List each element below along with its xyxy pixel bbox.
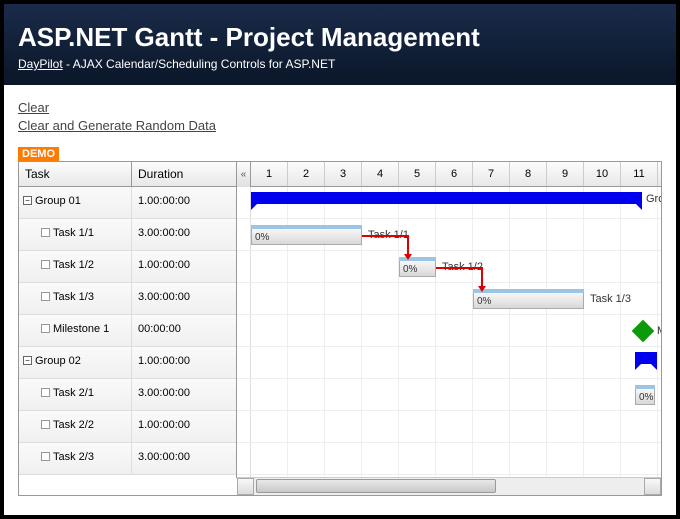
generate-link[interactable]: Clear and Generate Random Data	[18, 117, 216, 135]
task-name: Task 2/2	[53, 419, 94, 431]
leaf-icon	[41, 324, 50, 333]
column-header-task[interactable]: Task	[19, 162, 132, 186]
task-row[interactable]: Task 2/2 1.00:00:00	[19, 411, 236, 443]
timeline-day-11[interactable]: 11	[621, 162, 658, 186]
task-list-header: Task Duration	[19, 162, 236, 187]
task-name: Task 1/1	[53, 227, 94, 239]
timeline-day-4[interactable]: 4	[362, 162, 399, 186]
scroll-previous-button[interactable]: «	[237, 162, 251, 187]
page-title: ASP.NET Gantt - Project Management	[18, 22, 662, 53]
task-name: Task 2/1	[53, 387, 94, 399]
progress-label: 0%	[477, 296, 491, 307]
task-duration: 1.00:00:00	[132, 251, 236, 282]
subtitle-rest: - AJAX Calendar/Scheduling Controls for …	[63, 57, 336, 71]
leaf-icon	[41, 420, 50, 429]
group-bar[interactable]	[635, 352, 657, 364]
task-row[interactable]: Task 1/2 1.00:00:00	[19, 251, 236, 283]
task-name: Group 02	[35, 355, 81, 367]
task-row[interactable]: Milestone 1 00:00:00	[19, 315, 236, 347]
timeline-day-2[interactable]: 2	[288, 162, 325, 186]
progress-label: 0%	[403, 264, 417, 275]
task-duration: 3.00:00:00	[132, 443, 236, 474]
scroll-right-button[interactable]	[644, 478, 661, 495]
timeline-day-9[interactable]: 9	[547, 162, 584, 186]
timeline-day-6[interactable]: 6	[436, 162, 473, 186]
page-subtitle: DayPilot - AJAX Calendar/Scheduling Cont…	[18, 57, 662, 71]
progress-label: 0%	[639, 392, 653, 403]
timeline-day-8[interactable]: 8	[510, 162, 547, 186]
task-row[interactable]: Task 1/1 3.00:00:00	[19, 219, 236, 251]
timeline-day-1[interactable]: 1	[251, 162, 288, 186]
task-name: Task 1/3	[53, 291, 94, 303]
task-row[interactable]: Task 2/3 3.00:00:00	[19, 443, 236, 475]
task-duration: 3.00:00:00	[132, 219, 236, 250]
task-bar[interactable]: 0%	[635, 385, 655, 405]
timeline-day-3[interactable]: 3	[325, 162, 362, 186]
task-name: Task 2/3	[53, 451, 94, 463]
task-name: Task 1/2	[53, 259, 94, 271]
task-name: Group 01	[35, 195, 81, 207]
timeline-header: « 1234567891011	[237, 162, 661, 187]
group-bar[interactable]	[251, 192, 642, 204]
progress-label: 0%	[255, 232, 269, 243]
timeline-pane: « 1234567891011 Grou0%Task 1/10%Task 1/2…	[237, 162, 661, 478]
task-duration: 3.00:00:00	[132, 379, 236, 410]
leaf-icon	[41, 388, 50, 397]
column-header-duration[interactable]: Duration	[132, 162, 236, 186]
gantt-chart: Task Duration −Group 011.00:00:00Task 1/…	[18, 161, 662, 496]
leaf-icon	[41, 228, 50, 237]
task-row[interactable]: Task 1/3 3.00:00:00	[19, 283, 236, 315]
task-name: Milestone 1	[53, 323, 109, 335]
app-frame: ASP.NET Gantt - Project Management DayPi…	[0, 0, 680, 519]
leaf-icon	[41, 260, 50, 269]
task-duration: 1.00:00:00	[132, 187, 236, 218]
task-duration: 3.00:00:00	[132, 283, 236, 314]
timeline-day-7[interactable]: 7	[473, 162, 510, 186]
task-duration: 00:00:00	[132, 315, 236, 346]
scroll-left-button[interactable]	[237, 478, 254, 495]
collapse-icon[interactable]: −	[23, 196, 32, 205]
task-duration: 1.00:00:00	[132, 411, 236, 442]
gantt-grid[interactable]: Grou0%Task 1/10%Task 1/20%Task 1/3Mi0%	[237, 187, 661, 478]
action-links: Clear Clear and Generate Random Data	[4, 85, 676, 145]
collapse-icon[interactable]: −	[23, 356, 32, 365]
task-list-pane: Task Duration −Group 011.00:00:00Task 1/…	[19, 162, 237, 478]
bar-label: Mi	[657, 325, 661, 337]
task-bar[interactable]: 0%	[473, 289, 584, 309]
scrollbar-track[interactable]	[254, 478, 644, 495]
task-row[interactable]: Task 2/1 3.00:00:00	[19, 379, 236, 411]
bar-label: Task 1/3	[590, 293, 631, 305]
bar-label: Grou	[646, 193, 661, 205]
demo-badge: DEMO	[18, 147, 59, 161]
timeline-day-5[interactable]: 5	[399, 162, 436, 186]
leaf-icon	[41, 292, 50, 301]
task-row[interactable]: −Group 01 1.00:00:00	[19, 187, 236, 219]
leaf-icon	[41, 452, 50, 461]
task-bar[interactable]: 0%	[251, 225, 362, 245]
milestone-diamond-icon[interactable]	[632, 320, 655, 343]
daypilot-link[interactable]: DayPilot	[18, 57, 63, 71]
task-duration: 1.00:00:00	[132, 347, 236, 378]
scrollbar-thumb[interactable]	[256, 479, 496, 493]
horizontal-scrollbar[interactable]	[237, 477, 661, 495]
task-row[interactable]: −Group 02 1.00:00:00	[19, 347, 236, 379]
clear-link[interactable]: Clear	[18, 99, 49, 117]
page-header: ASP.NET Gantt - Project Management DayPi…	[4, 4, 676, 85]
timeline-day-10[interactable]: 10	[584, 162, 621, 186]
task-bar[interactable]: 0%	[399, 257, 436, 277]
